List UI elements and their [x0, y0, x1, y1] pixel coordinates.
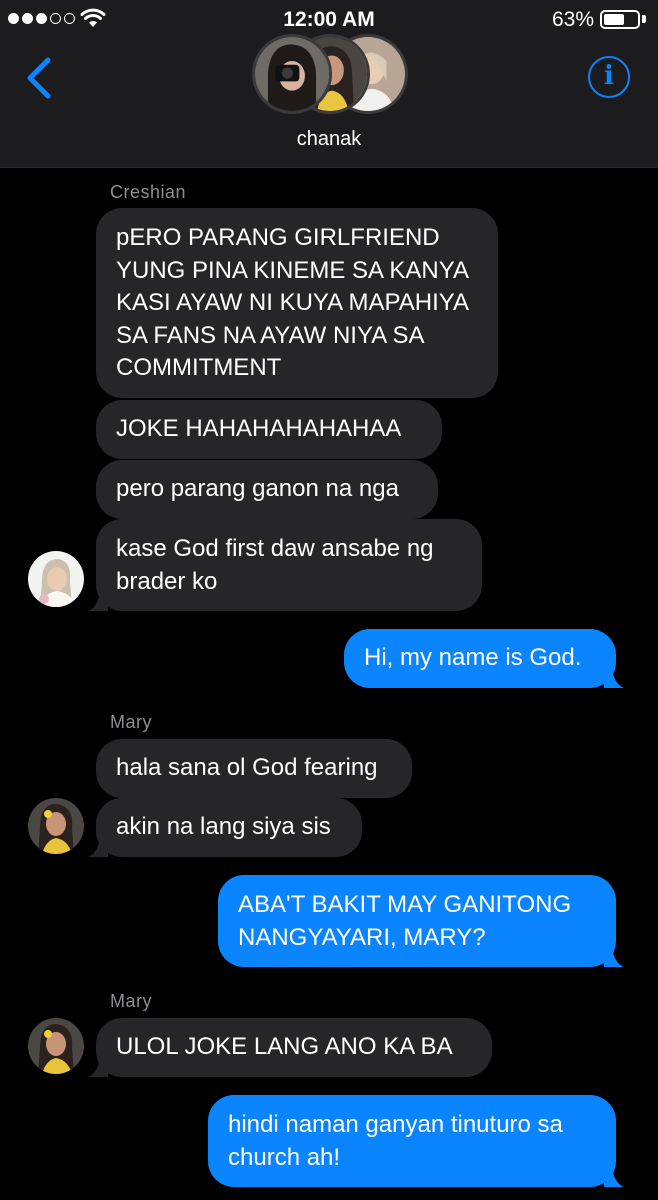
- bubble-tail: [88, 591, 108, 611]
- bubble-tail: [88, 1056, 108, 1077]
- battery-icon: [600, 10, 640, 29]
- message-text: hala sana ol God fearing: [116, 754, 378, 781]
- sent-message-bubble[interactable]: ABA'T BAKIT MAY GANITONG NANGYAYARI, MAR…: [218, 875, 624, 967]
- message-text: pero parang ganon na nga: [116, 475, 399, 502]
- sender-name: Mary: [110, 991, 152, 1011]
- group-avatar-image: [252, 34, 332, 114]
- sender-name: Creshian: [110, 182, 187, 202]
- sender-name: Mary: [110, 712, 152, 732]
- avatar[interactable]: [28, 798, 84, 854]
- received-message-bubble[interactable]: pero parang ganon na nga: [96, 460, 438, 519]
- received-message-bubble[interactable]: ULOL JOKE LANG ANO KA BA: [88, 1018, 492, 1077]
- received-message-bubble[interactable]: pERO PARANG GIRLFRIEND YUNG PINA KINEME …: [96, 208, 498, 398]
- bubble-tail: [604, 1167, 624, 1187]
- battery-tip: [642, 15, 646, 23]
- battery-percentage: 63%: [551, 8, 594, 31]
- info-icon[interactable]: i: [588, 56, 630, 98]
- conversation-header: 12:00 AM 63% chanak i: [0, 0, 658, 168]
- received-message-bubble[interactable]: akin na lang siya sis: [88, 798, 362, 857]
- bubble-tail: [88, 836, 108, 857]
- received-message-bubble[interactable]: kase God first daw ansabe ng brader ko: [88, 519, 482, 611]
- message-text: ABA'T BAKIT MAY GANITONG NANGYAYARI, MAR…: [238, 891, 572, 951]
- sent-message-bubble[interactable]: hindi naman ganyan tinuturo sa church ah…: [208, 1095, 624, 1187]
- avatar[interactable]: [28, 1018, 84, 1074]
- battery-level-fill: [604, 14, 624, 25]
- group-name[interactable]: chanak: [0, 128, 658, 151]
- received-message-bubble[interactable]: hala sana ol God fearing: [96, 739, 412, 798]
- message-text: ULOL JOKE LANG ANO KA BA: [116, 1033, 453, 1060]
- message-text: pERO PARANG GIRLFRIEND YUNG PINA KINEME …: [116, 224, 468, 381]
- message-text: Hi, my name is God.: [364, 644, 582, 671]
- bubble-tail: [604, 947, 624, 967]
- group-avatars[interactable]: [250, 34, 408, 114]
- avatar[interactable]: [28, 551, 84, 607]
- chevron-left-icon[interactable]: [22, 56, 56, 100]
- message-text: hindi naman ganyan tinuturo sa church ah…: [228, 1111, 563, 1171]
- message-text: akin na lang siya sis: [116, 813, 331, 840]
- status-bar: 12:00 AM 63%: [0, 0, 658, 38]
- bubble-tail: [604, 667, 624, 688]
- message-text: kase God first daw ansabe ng brader ko: [116, 535, 434, 595]
- sent-message-bubble[interactable]: Hi, my name is God.: [344, 629, 624, 688]
- message-text: JOKE HAHAHAHAHAHAA: [116, 415, 402, 442]
- received-message-bubble[interactable]: JOKE HAHAHAHAHAHAA: [96, 400, 442, 459]
